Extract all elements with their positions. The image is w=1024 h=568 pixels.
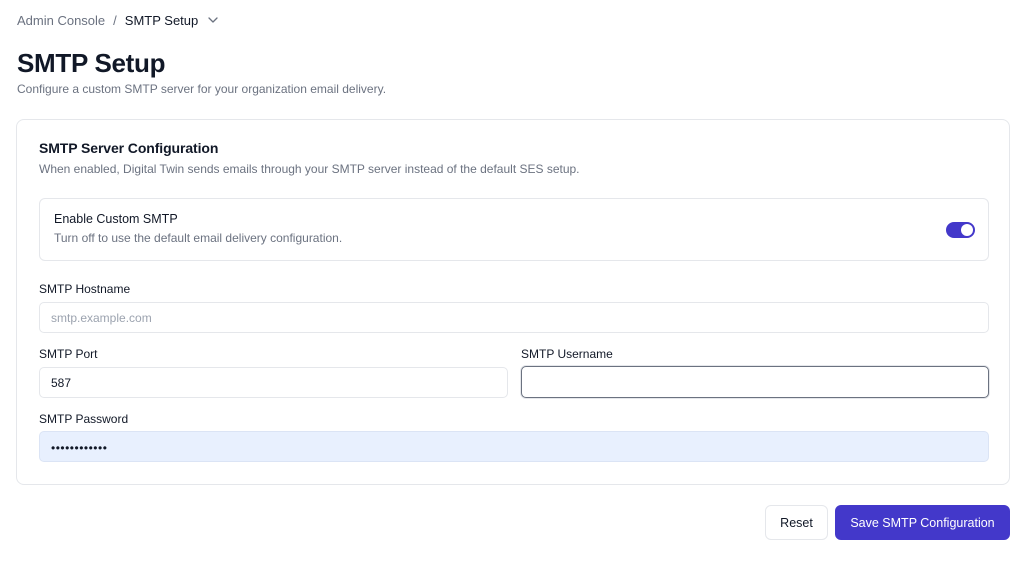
smtp-port-label: SMTP Port — [39, 347, 98, 361]
smtp-username-input[interactable] — [521, 366, 989, 398]
smtp-username-label: SMTP Username — [521, 347, 613, 361]
smtp-setup-page: Admin Console / SMTP Setup SMTP Setup Co… — [0, 0, 1024, 568]
page-title: SMTP Setup — [17, 48, 166, 78]
breadcrumb-admin-console[interactable]: Admin Console — [17, 13, 105, 28]
chevron-down-icon[interactable] — [208, 17, 218, 23]
password-masked-value: •••••••••••• — [51, 441, 108, 455]
enable-custom-smtp-label: Enable Custom SMTP — [54, 212, 178, 226]
smtp-password-input[interactable]: •••••••••••• — [39, 431, 989, 462]
smtp-config-card: SMTP Server Configuration When enabled, … — [16, 119, 1010, 485]
enable-custom-smtp-row: Enable Custom SMTP Turn off to use the d… — [39, 198, 989, 261]
smtp-password-label: SMTP Password — [39, 412, 129, 426]
card-title: SMTP Server Configuration — [39, 140, 219, 156]
smtp-hostname-input[interactable] — [39, 302, 989, 333]
breadcrumb-current[interactable]: SMTP Setup — [125, 13, 198, 28]
breadcrumb-separator: / — [113, 12, 117, 28]
toggle-knob — [961, 224, 973, 236]
save-smtp-configuration-button[interactable]: Save SMTP Configuration — [835, 505, 1010, 540]
smtp-hostname-label: SMTP Hostname — [39, 282, 131, 296]
enable-custom-smtp-description: Turn off to use the default email delive… — [54, 231, 343, 245]
card-description: When enabled, Digital Twin sends emails … — [39, 162, 580, 176]
page-subtitle: Configure a custom SMTP server for your … — [17, 82, 387, 96]
enable-custom-smtp-toggle[interactable] — [946, 222, 975, 238]
breadcrumb: Admin Console / SMTP Setup — [17, 11, 218, 29]
reset-button[interactable]: Reset — [765, 505, 828, 540]
smtp-port-input[interactable] — [39, 367, 508, 398]
